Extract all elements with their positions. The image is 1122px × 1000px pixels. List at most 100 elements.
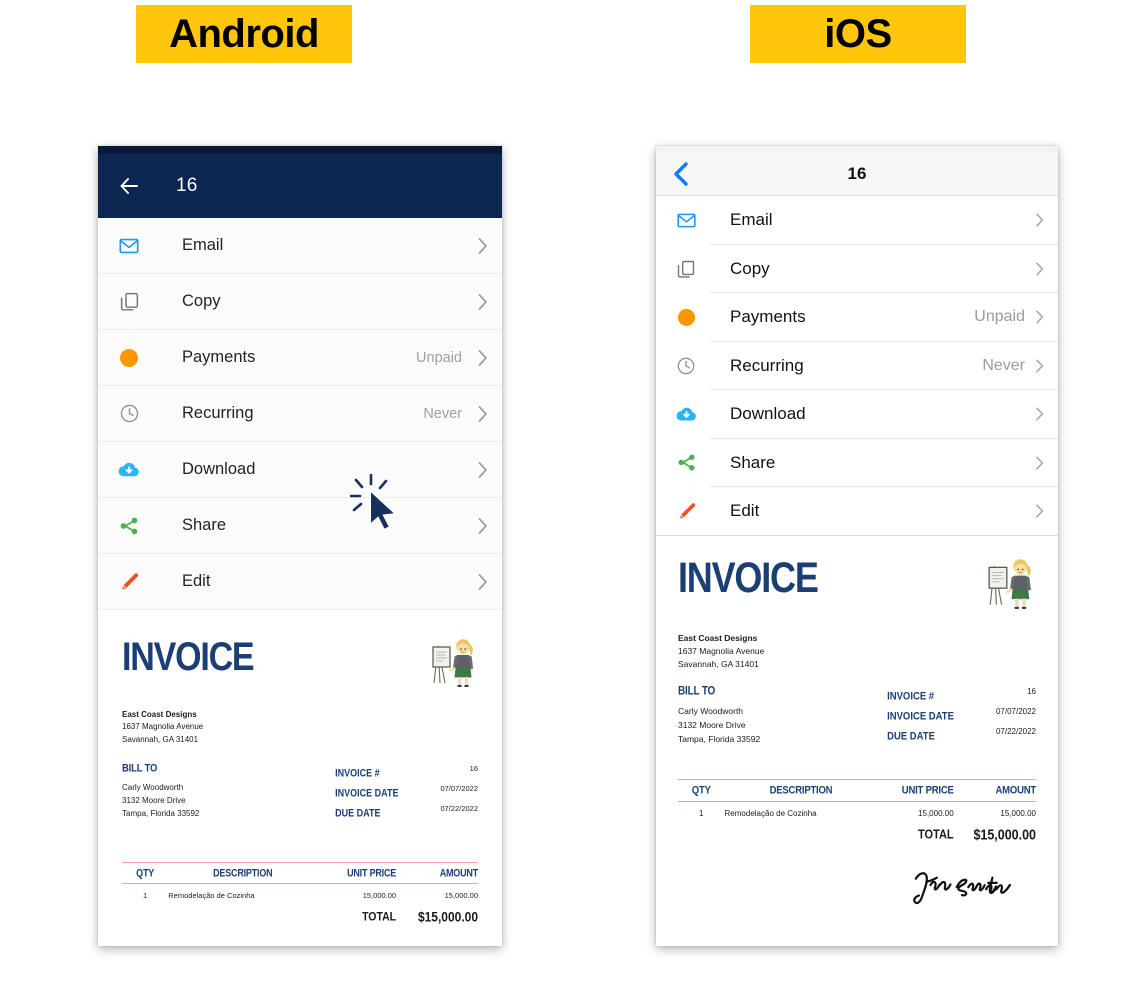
chevron-right-icon [1034,357,1044,375]
ios-list-item-payments[interactable]: Payments Unpaid [656,293,1058,342]
android-list-item-payments[interactable]: Payments Unpaid [98,330,502,386]
ios-list-item-share[interactable]: Share [656,438,1058,487]
invoice-item-qty: 1 [143,891,148,901]
android-list-item-label: Download [182,460,256,478]
ios-list-item-label: Edit [730,501,760,521]
android-status-bar [98,146,502,154]
chevron-right-icon [476,572,488,592]
ios-list-item-copy[interactable]: Copy [656,244,1058,293]
invoice-item-unit-price: 15,000.00 [918,809,954,819]
ios-nav-bar: 16 [656,152,1058,196]
ios-phone-panel: 16 Email Copy Payments Unpaid Recurring … [656,146,1058,946]
ios-page-title: 16 [847,163,867,183]
invoice-column-amount: AMOUNT [995,783,1037,798]
platform-badge-ios: iOS [750,5,966,63]
ios-list-item-label: Copy [730,258,770,278]
android-list-item-copy[interactable]: Copy [98,274,502,330]
invoice-item-description: Remodelação de Cozinha [724,809,817,819]
chevron-right-icon [1034,308,1044,326]
ios-list-item-label: Email [730,210,773,230]
invoice-total-label: TOTAL [917,827,954,843]
back-arrow-icon[interactable] [116,173,142,199]
envelope-icon [116,233,142,259]
envelope-icon [674,208,698,232]
invoice-column-qty: QTY [691,783,711,798]
android-list-item-label: Recurring [182,404,254,422]
ios-list-item-label: Payments [730,307,806,327]
android-list-item-download[interactable]: Download [98,442,502,498]
cloud-download-icon [116,457,142,483]
chevron-right-icon [476,460,488,480]
platform-badge-android: Android [136,5,352,63]
invoice-bill-to: BILL TO Carly Woodworth 3132 Moore Drive… [678,685,761,747]
invoice-heading: INVOICE [122,634,255,680]
copy-icon [674,257,698,281]
invoice-from-address1: 1637 Magnolia Avenue [122,722,204,732]
chevron-right-icon [476,348,488,368]
share-icon [116,513,142,539]
invoice-meta-value: 07/07/2022 [995,707,1036,717]
ios-list-item-edit[interactable]: Edit [656,487,1058,536]
android-list-item-label: Copy [182,292,221,310]
invoice-bill-to-address2: Tampa, Florida 33592 [678,733,761,744]
ios-list-item-value: Never [982,356,1025,374]
invoice-item-amount: 15,000.00 [1000,809,1036,819]
android-list-item-share[interactable]: Share [98,498,502,554]
platform-badge-android-label: Android [169,11,319,56]
back-chevron-icon[interactable] [672,161,690,187]
android-invoice-preview: INVOICE East Coast Designs 1637 Magnolia… [98,610,502,946]
invoice-from-block: East Coast Designs 1637 Magnolia Avenue … [122,709,478,746]
invoice-meta-table: INVOICE # 16 INVOICE DATE 07/07/2022 DUE… [887,687,1036,747]
invoice-table-header-row: QTY DESCRIPTION UNIT PRICE AMOUNT [122,862,478,885]
ios-list-item-recurring[interactable]: Recurring Never [656,341,1058,390]
invoice-meta-value: 16 [469,764,478,774]
ios-action-list: Email Copy Payments Unpaid Recurring Nev… [656,196,1058,536]
invoice-meta-row: INVOICE DATE 07/07/2022 [887,707,1036,727]
invoice-meta-row: INVOICE DATE 07/07/2022 [335,784,478,804]
invoice-from-address2: Savannah, GA 31401 [678,658,759,669]
android-list-item-value: Unpaid [416,349,462,366]
circle-dot-icon [674,305,698,329]
invoice-meta-row: INVOICE # 16 [887,687,1036,707]
chevron-right-icon [1034,211,1044,229]
android-app-bar: 16 [98,154,502,218]
chevron-right-icon [1034,260,1044,278]
invoice-meta-key: DUE DATE [335,807,381,820]
invoice-item-qty: 1 [699,809,704,819]
invoice-bill-to-name: Carly Woodworth [678,706,744,717]
invoice-meta-value: 07/07/2022 [440,784,478,794]
invoice-column-description: DESCRIPTION [769,783,833,798]
ios-invoice-preview: INVOICE East Coast Designs 1637 Magnolia… [656,535,1058,907]
android-list-item-recurring[interactable]: Recurring Never [98,386,502,442]
invoice-meta-value: 07/22/2022 [440,804,478,814]
chevron-right-icon [1034,454,1044,472]
woman-at-easel-illustration [986,558,1036,615]
android-phone-panel: 16 Email Copy Payments Unpaid Recurring … [98,146,502,946]
android-list-item-label: Email [182,236,224,254]
invoice-column-unit-price: UNIT PRICE [347,867,397,880]
invoice-signature [678,864,1036,906]
invoice-bill-to-name: Carly Woodworth [122,783,184,793]
invoice-total-value: $15,000.00 [973,826,1036,844]
ios-list-item-email[interactable]: Email [656,196,1058,245]
ios-list-item-label: Recurring [730,355,804,375]
invoice-meta-key: INVOICE # [335,767,380,780]
invoice-from-address2: Savannah, GA 31401 [122,734,199,744]
pencil-icon [116,569,142,595]
ios-list-item-download[interactable]: Download [656,390,1058,439]
android-list-item-edit[interactable]: Edit [98,554,502,610]
invoice-meta-row: DUE DATE 07/22/2022 [887,727,1036,747]
invoice-heading: INVOICE [678,552,819,602]
platform-badge-ios-label: iOS [824,11,892,56]
invoice-meta-key: DUE DATE [887,729,935,744]
android-list-item-label: Share [182,516,227,534]
android-list-item-email[interactable]: Email [98,218,502,274]
invoice-meta-table: INVOICE # 16 INVOICE DATE 07/07/2022 DUE… [335,764,478,824]
invoice-meta-value: 16 [1027,687,1036,697]
chevron-right-icon [476,292,488,312]
invoice-item-unit-price: 15,000.00 [362,891,397,901]
invoice-total-label: TOTAL [362,910,397,925]
chevron-right-icon [1034,405,1044,423]
invoice-line-item-row: 1 Remodelação de Cozinha 15,000.00 15,00… [122,884,478,901]
chevron-right-icon [476,516,488,536]
